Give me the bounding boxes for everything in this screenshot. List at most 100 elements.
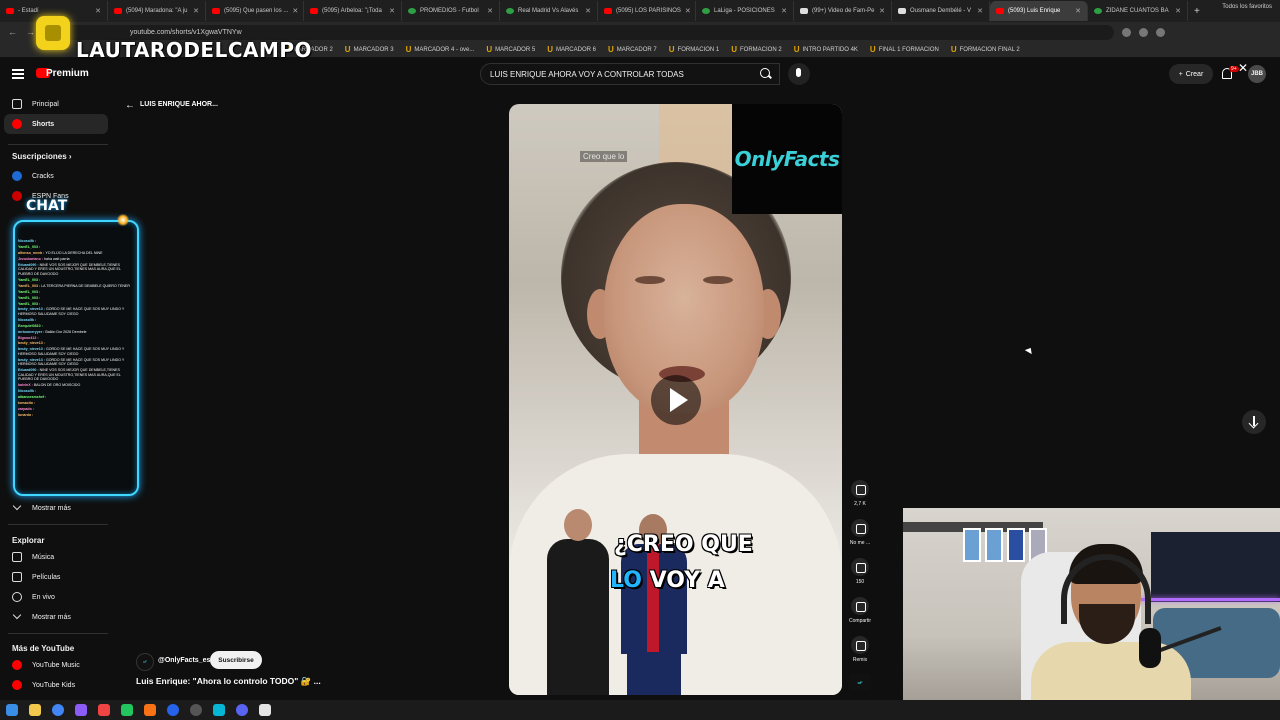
obs-icon[interactable] — [190, 704, 202, 716]
dislike-button[interactable]: No me ... — [849, 519, 871, 546]
close-tab-icon[interactable]: ✕ — [685, 7, 691, 15]
browser-tab[interactable]: Ousmane Dembélé - V ✕ — [892, 1, 990, 21]
search-icon[interactable] — [752, 63, 778, 85]
browser-tab[interactable]: ZIDANE CUANTOS BA ✕ — [1088, 1, 1188, 21]
sidebar-item-live[interactable]: En vivo — [4, 587, 108, 607]
app-icon[interactable] — [75, 704, 87, 716]
new-tab-icon[interactable]: + — [1194, 6, 1200, 17]
close-tab-icon[interactable]: ✕ — [292, 7, 298, 15]
sidebar-item-label: YouTube Kids — [32, 681, 76, 689]
bookmark-item[interactable]: U MARCADOR 6 — [541, 45, 602, 54]
comments-button[interactable]: 150 — [851, 558, 869, 585]
channel-name[interactable]: @OnlyFacts_es — [158, 657, 210, 664]
browser-tab[interactable]: (5095) Arbeloa: "¡Toda ✕ — [304, 1, 402, 21]
start-icon[interactable] — [6, 704, 18, 716]
search-input[interactable]: LUIS ENRIQUE AHORA VOY A CONTROLAR TODAS — [480, 63, 780, 85]
browser-tab[interactable]: (5093) Luis Enrique ✕ — [990, 1, 1088, 21]
close-tab-icon[interactable]: ✕ — [389, 7, 395, 15]
subscribe-button[interactable]: Suscribirse — [210, 651, 262, 669]
back-arrow-icon[interactable]: ← — [125, 100, 135, 111]
bookmark-item[interactable]: U INTRO PARTIDO 4K — [788, 45, 864, 54]
clear-search-icon[interactable]: ✕ — [1238, 61, 1248, 75]
sidebar-item-shorts[interactable]: Shorts — [4, 114, 108, 134]
sidebar-item-label: Principal — [32, 100, 59, 108]
browser-tab[interactable]: Real Madrid Vs Alavés ✕ — [500, 1, 598, 21]
chat-message: Nicoso5k : — [15, 318, 137, 323]
sidebar-item-cracks[interactable]: Cracks — [4, 166, 108, 186]
bookmark-label: FINAL 1 FORMACION — [878, 46, 939, 53]
forward-nav-icon[interactable]: → — [26, 27, 36, 37]
close-tab-icon[interactable]: ✕ — [193, 7, 199, 15]
browser-tab[interactable]: (99+) Video de Fam-Pe ✕ — [794, 1, 892, 21]
menu-icon[interactable] — [12, 69, 24, 79]
next-short-button[interactable] — [1242, 410, 1266, 434]
chat-username: Nicoso5k : — [18, 389, 37, 394]
browser-tab[interactable]: (5094) Maradona: "A ju ✕ — [108, 1, 206, 21]
bookmark-item[interactable]: U FORMACION 2 — [725, 45, 787, 54]
bookmark-item[interactable]: U MARCADOR 3 — [339, 45, 400, 54]
bookmark-item[interactable]: U MARCADOR 5 — [480, 45, 541, 54]
close-tab-icon[interactable]: ✕ — [781, 7, 787, 15]
bookmark-item[interactable]: U MARCADOR 7 — [602, 45, 663, 54]
browser-tab[interactable]: (5095) Que pasen los ... ✕ — [206, 1, 304, 21]
app-icon[interactable] — [144, 704, 156, 716]
sidebar-item-youtube-kids[interactable]: YouTube Kids — [4, 675, 108, 695]
chat-message: YamEL_003 : — [15, 290, 137, 295]
share-button[interactable]: Compartir — [849, 597, 871, 624]
show-more-explore-button[interactable]: Mostrar más — [4, 607, 108, 627]
avatar[interactable]: JBB — [1248, 65, 1266, 83]
video-title[interactable]: Luis Enrique: "Ahora lo controlo TODO" 🔐… — [136, 676, 321, 687]
play-icon[interactable] — [651, 375, 701, 425]
bookmark-star-icon[interactable] — [1139, 27, 1148, 37]
app-icon[interactable] — [121, 704, 133, 716]
close-tab-icon[interactable]: ✕ — [585, 7, 591, 15]
sidebar-item-label: YouTube Music — [32, 661, 80, 669]
dislike-label: No me ... — [849, 540, 871, 546]
chrome-icon[interactable] — [167, 704, 179, 716]
browser-tab[interactable]: LaLiga - POSICIONES ✕ — [696, 1, 794, 21]
sidebar-item-principal[interactable]: Principal — [4, 94, 108, 114]
like-button[interactable]: 2,7 K — [851, 480, 869, 507]
divider — [8, 524, 108, 525]
short-video-player[interactable]: OnlyFacts Creo que lo ¿CREO QUE LO VOY A — [509, 104, 842, 695]
youtube-brand[interactable]: Premium — [46, 68, 89, 79]
browser-tab[interactable]: PROMEDIOS - Futbol ✕ — [402, 1, 500, 21]
app-icon[interactable] — [213, 704, 225, 716]
video-subject-eye — [703, 276, 733, 284]
all-bookmarks-link[interactable]: Todos los favoritos — [1222, 4, 1272, 10]
chat-message: albanoesmchef : — [15, 395, 137, 400]
plus-icon: + — [1178, 70, 1183, 78]
bookmark-item[interactable]: U MARCADOR 4 - ove... — [400, 45, 481, 54]
close-tab-icon[interactable]: ✕ — [1075, 7, 1081, 15]
discord-icon[interactable] — [236, 704, 248, 716]
channel-thumbnail[interactable]: oF — [850, 674, 870, 690]
sidebar-item-music[interactable]: Música — [4, 547, 108, 567]
app-icon[interactable] — [98, 704, 110, 716]
close-tab-icon[interactable]: ✕ — [977, 7, 983, 15]
bookmark-item[interactable]: U FORMACION FINAL 2 — [945, 45, 1026, 54]
channel-avatar[interactable]: oF — [136, 653, 154, 671]
show-more-subs-button[interactable]: Mostrar más — [4, 498, 108, 518]
create-button[interactable]: + Crear — [1169, 64, 1213, 84]
remix-button[interactable]: Remix — [851, 636, 869, 663]
sidebar-item-youtube-music[interactable]: YouTube Music — [4, 655, 108, 675]
browser-tab[interactable]: (5095) LOS PARISINOS ✕ — [598, 1, 696, 21]
close-tab-icon[interactable]: ✕ — [95, 7, 101, 15]
chrome-icon[interactable] — [52, 704, 64, 716]
close-tab-icon[interactable]: ✕ — [487, 7, 493, 15]
profile-icon[interactable] — [1156, 27, 1165, 37]
close-tab-icon[interactable]: ✕ — [1175, 7, 1181, 15]
app-icon[interactable] — [259, 704, 271, 716]
mic-icon[interactable] — [788, 63, 810, 85]
chat-message: Eduard090 : NINE VOS SOS MEJOR QUE DEMBE… — [15, 368, 137, 382]
file-explorer-icon[interactable] — [29, 704, 41, 716]
extension-icon[interactable] — [1122, 27, 1131, 37]
back-title[interactable]: LUIS ENRIQUE AHOR... — [140, 101, 218, 108]
close-tab-icon[interactable]: ✕ — [879, 7, 885, 15]
subscriptions-heading[interactable]: Suscripciones › — [12, 152, 72, 161]
bookmark-item[interactable]: U FINAL 1 FORMACION — [864, 45, 945, 54]
bookmark-item[interactable]: U FORMACION 1 — [663, 45, 725, 54]
chat-text: BALON DE ORO MOISCIDO — [33, 383, 81, 388]
back-nav-icon[interactable]: ← — [8, 27, 18, 37]
sidebar-item-movies[interactable]: Películas — [4, 567, 108, 587]
